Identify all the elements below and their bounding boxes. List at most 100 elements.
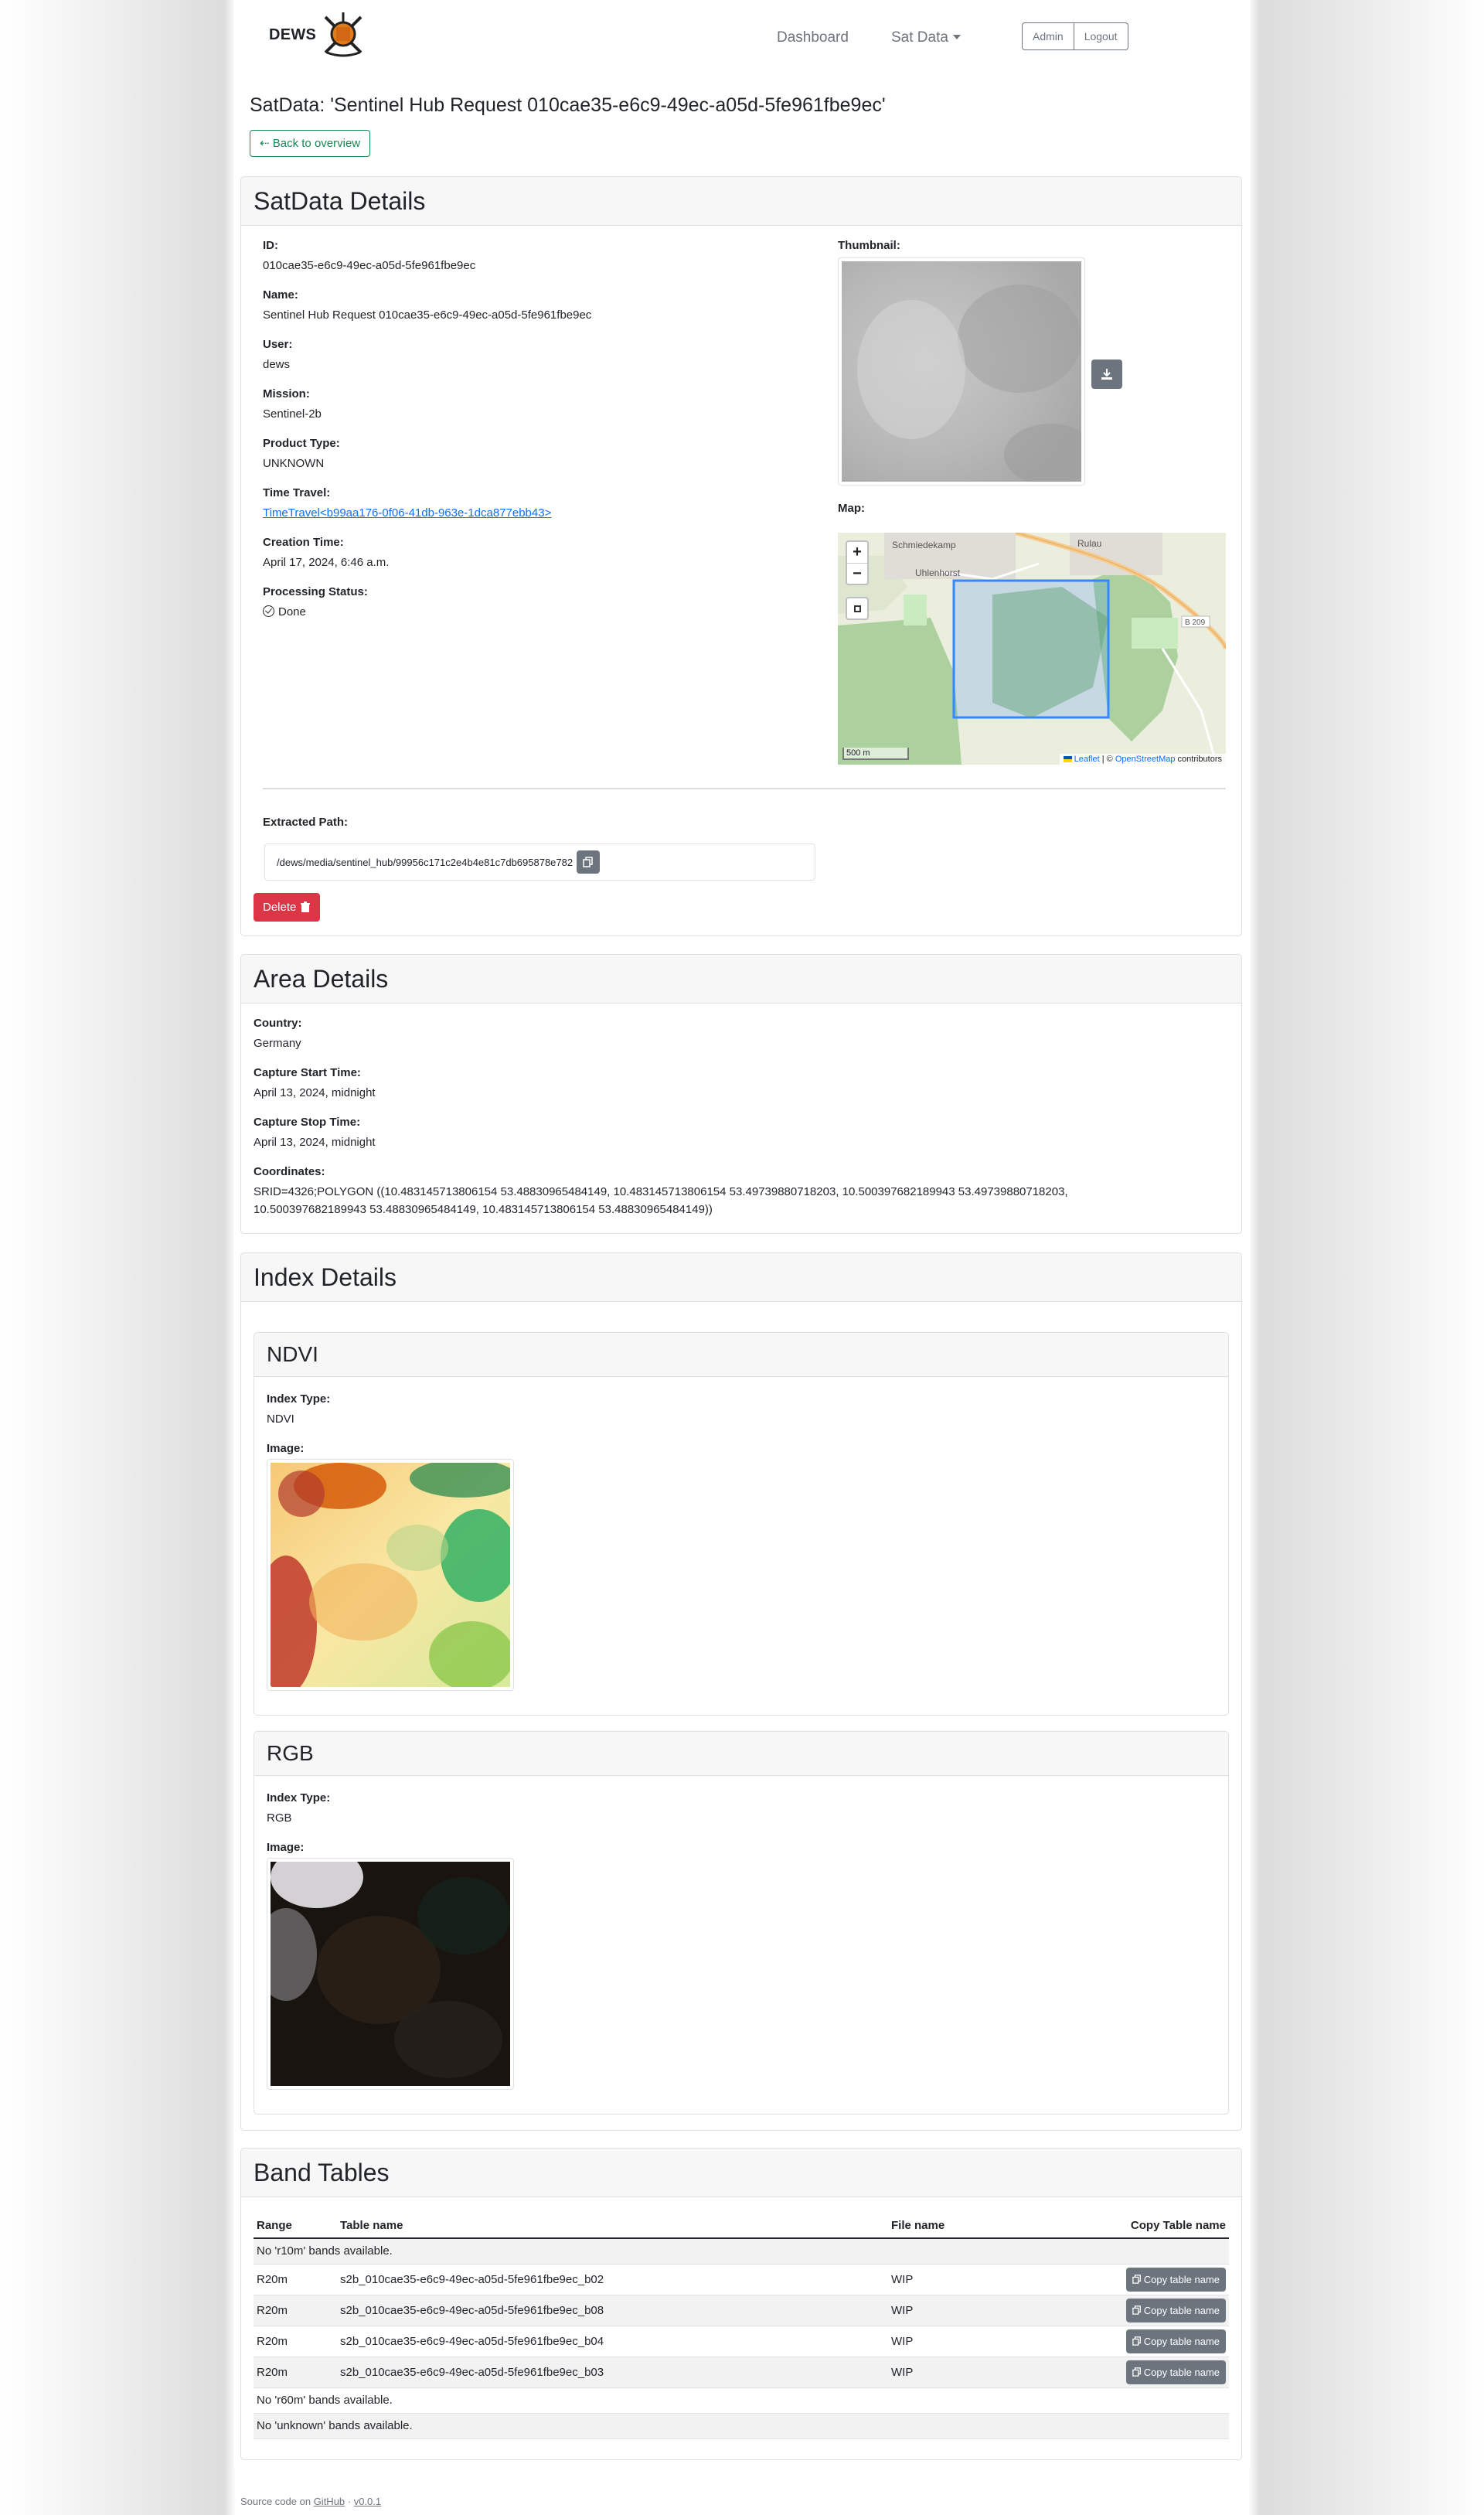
copy-table-name-label: Copy table name [1143,2335,1220,2347]
copy-icon [1132,2305,1141,2315]
user-button-group: Admin Logout [1022,22,1128,50]
coordinates-label: Coordinates: [254,1165,325,1178]
no-bands-message: No 'r10m' bands available. [254,2238,1229,2265]
footer: Source code on GitHub · v0.0.1 [240,2496,381,2507]
footer-prefix: Source code on [240,2496,314,2507]
country-value: Germany [254,1037,301,1050]
leaflet-map[interactable]: Schmiedekamp Uhlenhorst Rulau B 209 + − … [838,533,1226,765]
attribution-sep: | © [1099,755,1115,764]
map-place-label: Schmiedekamp [892,540,956,550]
back-to-overview-label: Back to overview [272,136,361,150]
zoom-in-button[interactable]: + [847,542,867,563]
name-label: Name: [263,288,298,302]
copy-path-button[interactable] [577,850,601,874]
band-table-header-row: Range Table name File name Copy Table na… [254,2213,1229,2239]
version-link[interactable]: v0.0.1 [354,2496,381,2507]
extracted-path-label: Extracted Path: [263,816,349,829]
band-table-name: s2b_010cae35-e6c9-49ec-a05d-5fe961fbe9ec… [337,2264,888,2295]
band-file-name: WIP [888,2295,1011,2326]
column-header-table-name: Table name [337,2213,888,2239]
copy-icon [1132,2367,1141,2377]
ndvi-picture [255,1459,518,1695]
brand-name: DEWS [269,26,317,43]
table-row: R20m s2b_010cae35-e6c9-49ec-a05d-5fe961f… [254,2357,1229,2388]
creation-time-value: April 17, 2024, 6:46 a.m. [263,556,390,569]
index-type-value: RGB [267,1811,292,1825]
user-value: dews [263,358,291,371]
processing-status-label: Processing Status: [263,585,368,598]
index-title: RGB [254,1732,1228,1776]
processing-status-field: Processing Status: Done [263,585,368,622]
band-range: R20m [254,2295,337,2326]
table-row: No 'r60m' bands available. [254,2387,1229,2414]
thumbnail-field: Thumbnail: [838,239,900,257]
back-to-overview-button[interactable]: ⇠ Back to overview [250,130,371,157]
thumbnail-label: Thumbnail: [838,239,900,252]
mission-value: Sentinel-2b [263,407,322,421]
creation-time-label: Creation Time: [263,536,344,549]
copy-table-name-button[interactable]: Copy table name [1125,2360,1226,2384]
main-container: DEWS Dashboard Sat Data Admin Logout Sat… [234,0,1250,2466]
divider [263,788,1226,789]
caret-down-icon [952,35,961,39]
delete-label: Delete [263,901,297,914]
map-road-label: B 209 [1185,619,1206,627]
index-type-value: NDVI [267,1413,294,1426]
table-row: No 'unknown' bands available. [254,2413,1229,2439]
band-file-name: WIP [888,2264,1011,2295]
github-link[interactable]: GitHub [314,2496,345,2507]
fullscreen-icon [854,605,861,612]
download-thumbnail-button[interactable] [1091,360,1122,389]
index-card-ndvi: NDVI Index Type: NDVI Image: [254,1332,1229,1716]
ndvi-image [255,1459,518,1695]
band-file-name: WIP [888,2326,1011,2357]
download-icon [1101,369,1112,380]
nav-sat-data-dropdown[interactable]: Sat Data [891,29,961,46]
band-table-name: s2b_010cae35-e6c9-49ec-a05d-5fe961fbe9ec… [337,2357,888,2388]
thumbnail-image [838,257,1097,486]
satdata-details-card: SatData Details ID: 010cae35-e6c9-49ec-a… [240,176,1242,936]
user-label: User: [263,338,293,351]
mission-label: Mission: [263,387,310,400]
nav-sat-data-label: Sat Data [891,29,948,46]
id-field: ID: 010cae35-e6c9-49ec-a05d-5fe961fbe9ec [263,239,475,275]
copy-table-name-button[interactable]: Copy table name [1125,2298,1226,2322]
index-type-label: Index Type: [267,1392,331,1406]
rgb-picture [255,1846,510,2086]
product-type-label: Product Type: [263,437,340,450]
processing-status-value: Done [263,604,368,622]
product-type-value: UNKNOWN [263,457,325,470]
time-travel-label: Time Travel: [263,486,331,499]
delete-button[interactable]: Delete [254,893,321,922]
index-card-rgb: RGB Index Type: RGB Image: [254,1731,1229,2115]
band-range: R20m [254,2264,337,2295]
coordinates-value: SRID=4326;POLYGON ((10.483145713806154 5… [254,1185,1068,1216]
capture-start-label: Capture Start Time: [254,1066,361,1079]
table-row: R20m s2b_010cae35-e6c9-49ec-a05d-5fe961f… [254,2295,1229,2326]
time-travel-field: Time Travel: TimeTravel<b99aa176-0f06-41… [263,486,551,523]
band-range: R20m [254,2357,337,2388]
map-scale: 500 m [842,748,909,760]
name-value: Sentinel Hub Request 010cae35-e6c9-49ec-… [263,308,592,322]
id-value: 010cae35-e6c9-49ec-a05d-5fe961fbe9ec [263,259,476,272]
copy-icon [1132,2336,1141,2346]
copy-table-name-button[interactable]: Copy table name [1125,2329,1226,2353]
admin-button[interactable]: Admin [1022,22,1074,50]
index-image-field: Image: [267,1841,304,1859]
zoom-out-button[interactable]: − [847,563,867,584]
copy-table-name-label: Copy table name [1143,2304,1220,2316]
copy-table-name-label: Copy table name [1143,2366,1220,2378]
osm-link[interactable]: OpenStreetMap [1115,755,1176,764]
fullscreen-button[interactable] [846,597,869,620]
name-field: Name: Sentinel Hub Request 010cae35-e6c9… [263,288,591,325]
nav-dashboard[interactable]: Dashboard [777,29,849,46]
copy-table-name-button[interactable]: Copy table name [1125,2267,1226,2292]
table-row: No 'r10m' bands available. [254,2238,1229,2265]
brand[interactable]: DEWS [269,11,367,59]
leaflet-link[interactable]: Leaflet [1074,755,1100,764]
time-travel-link[interactable]: TimeTravel<b99aa176-0f06-41db-963e-1dca8… [263,505,551,523]
table-row: R20m s2b_010cae35-e6c9-49ec-a05d-5fe961f… [254,2326,1229,2357]
logout-button[interactable]: Logout [1073,22,1128,50]
index-type-field: Index Type: RGB [267,1791,330,1828]
band-tables-header: Band Tables [241,2149,1241,2197]
